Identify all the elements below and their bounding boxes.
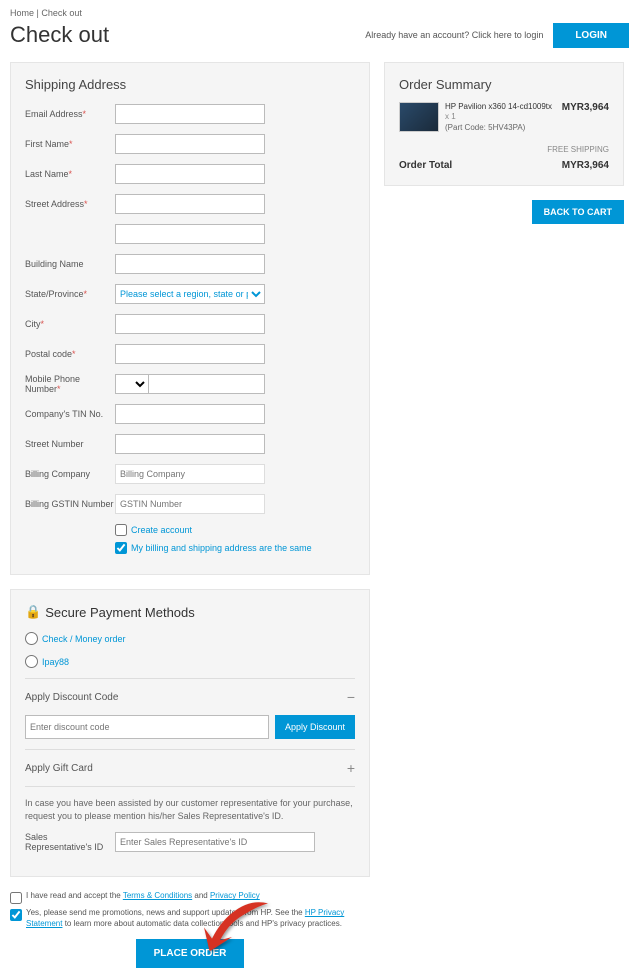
minus-icon: −	[347, 689, 355, 705]
breadcrumb: Home | Check out	[10, 8, 629, 18]
back-to-cart-button[interactable]: BACK TO CART	[532, 200, 624, 224]
free-shipping: FREE SHIPPING	[399, 145, 609, 154]
street-field-2[interactable]	[115, 224, 265, 244]
shipping-panel: Shipping Address Email Address* First Na…	[10, 62, 370, 575]
privacy-link[interactable]: Privacy Policy	[210, 891, 260, 900]
tin-field[interactable]	[115, 404, 265, 424]
product-image	[399, 102, 439, 132]
total-label: Order Total	[399, 160, 452, 171]
same-address-checkbox[interactable]	[115, 542, 127, 554]
email-field[interactable]	[115, 104, 265, 124]
summary-panel: Order Summary HP Pavilion x360 14-cd1009…	[384, 62, 624, 186]
city-field[interactable]	[115, 314, 265, 334]
gift-toggle[interactable]: Apply Gift Card+	[25, 760, 355, 776]
billing-company-field[interactable]	[115, 464, 265, 484]
promo-checkbox[interactable]	[10, 909, 22, 921]
page-title: Check out	[10, 22, 109, 48]
billing-gstin-field[interactable]	[115, 494, 265, 514]
place-order-button[interactable]: PLACE ORDER	[136, 939, 245, 968]
breadcrumb-current: Check out	[41, 8, 82, 18]
login-prompt[interactable]: Already have an account? Click here to l…	[365, 30, 543, 40]
total-value: MYR3,964	[562, 160, 609, 171]
last-name-field[interactable]	[115, 164, 265, 184]
first-name-field[interactable]	[115, 134, 265, 154]
assist-text: In case you have been assisted by our cu…	[25, 797, 355, 822]
discount-input[interactable]	[25, 715, 269, 739]
summary-title: Order Summary	[399, 77, 609, 92]
phone-field[interactable]	[149, 374, 265, 394]
street-number-field[interactable]	[115, 434, 265, 454]
postal-field[interactable]	[115, 344, 265, 364]
building-field[interactable]	[115, 254, 265, 274]
ipay-radio[interactable]	[25, 655, 38, 668]
payment-title: 🔒 Secure Payment Methods	[25, 604, 355, 620]
discount-toggle[interactable]: Apply Discount Code−	[25, 689, 355, 705]
lock-icon: 🔒	[25, 604, 41, 620]
login-button[interactable]: LOGIN	[553, 23, 629, 48]
sales-rep-field[interactable]	[115, 832, 315, 852]
product-price: MYR3,964	[562, 102, 609, 133]
terms-checkbox[interactable]	[10, 892, 22, 904]
state-select[interactable]: Please select a region, state or provinc…	[115, 284, 265, 304]
payment-panel: 🔒 Secure Payment Methods Check / Money o…	[10, 589, 370, 877]
phone-code-select[interactable]	[115, 374, 149, 394]
breadcrumb-home[interactable]: Home	[10, 8, 34, 18]
product-part: (Part Code: 5HV43PA)	[445, 123, 525, 132]
shipping-title: Shipping Address	[25, 77, 355, 92]
product-name: HP Pavilion x360 14-cd1009tx	[445, 102, 552, 111]
street-field-1[interactable]	[115, 194, 265, 214]
plus-icon: +	[347, 760, 355, 776]
apply-discount-button[interactable]: Apply Discount	[275, 715, 355, 739]
product-qty: x 1	[445, 112, 456, 121]
create-account-checkbox[interactable]	[115, 524, 127, 536]
check-radio[interactable]	[25, 632, 38, 645]
terms-link[interactable]: Terms & Conditions	[123, 891, 192, 900]
